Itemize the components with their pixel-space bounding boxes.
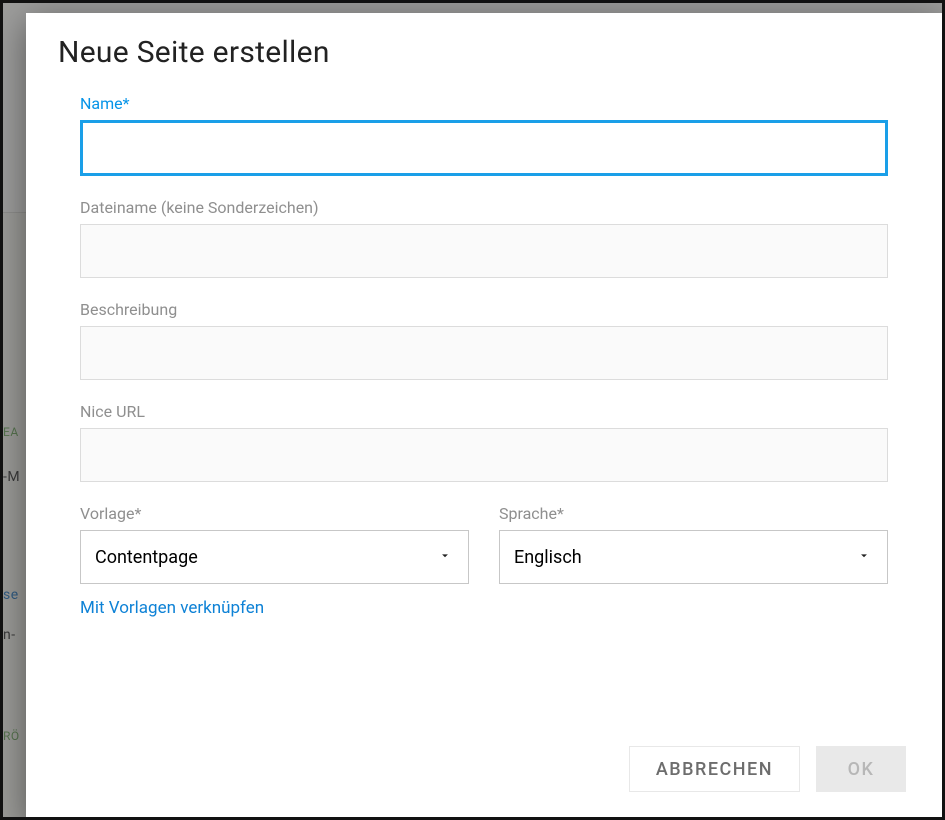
dialog-actions: Abbrechen OK [58, 746, 910, 792]
create-page-dialog: Neue Seite erstellen Name* Dateiname (ke… [26, 13, 942, 820]
description-input[interactable] [80, 326, 888, 380]
chevron-down-icon [857, 547, 871, 568]
template-select[interactable]: Contentpage [80, 530, 469, 584]
link-templates[interactable]: Mit Vorlagen verknüpfen [80, 598, 264, 618]
label-description: Beschreibung [80, 300, 888, 319]
label-niceurl: Nice URL [80, 402, 888, 421]
field-niceurl: Nice URL [80, 402, 888, 482]
niceurl-input[interactable] [80, 428, 888, 482]
language-select-value: Englisch [514, 547, 582, 568]
label-template: Vorlage* [80, 504, 469, 523]
field-description: Beschreibung [80, 300, 888, 380]
cancel-button[interactable]: Abbrechen [629, 746, 800, 792]
label-name: Name* [80, 94, 888, 113]
ok-button: OK [816, 746, 906, 792]
field-filename: Dateiname (keine Sonderzeichen) [80, 198, 888, 278]
dialog-title: Neue Seite erstellen [58, 35, 910, 70]
label-filename: Dateiname (keine Sonderzeichen) [80, 198, 888, 217]
chevron-down-icon [438, 547, 452, 568]
template-select-value: Contentpage [95, 547, 198, 568]
label-language: Sprache* [499, 504, 888, 523]
filename-input[interactable] [80, 224, 888, 278]
field-name: Name* [80, 94, 888, 176]
language-select[interactable]: Englisch [499, 530, 888, 584]
name-input[interactable] [80, 120, 888, 176]
